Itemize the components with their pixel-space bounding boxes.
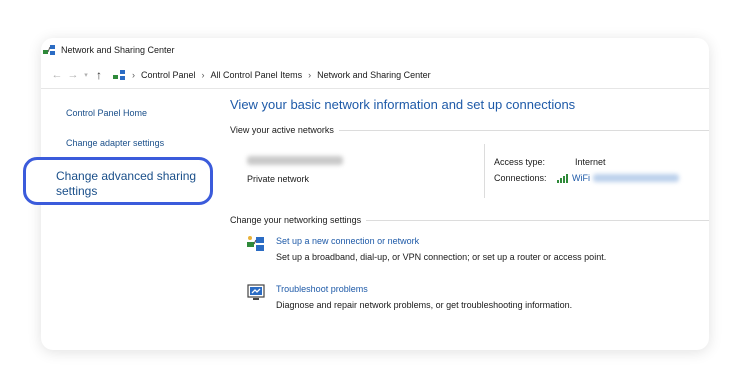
network-info-divider bbox=[484, 144, 485, 198]
breadcrumb-separator: › bbox=[132, 70, 135, 80]
breadcrumb-separator: › bbox=[201, 70, 205, 80]
back-arrow-icon[interactable]: ← bbox=[49, 69, 65, 81]
window-titlebar: Network and Sharing Center bbox=[43, 43, 175, 57]
breadcrumb-all-items[interactable]: All Control Panel Items bbox=[211, 70, 303, 80]
breadcrumb-control-panel[interactable]: Control Panel bbox=[141, 70, 196, 80]
wifi-signal-icon bbox=[557, 173, 568, 183]
breadcrumb[interactable]: › Control Panel › All Control Panel Item… bbox=[113, 65, 709, 85]
set-up-connection-link[interactable]: Set up a new connection or network bbox=[276, 235, 606, 247]
network-name-redacted bbox=[247, 156, 343, 165]
forward-arrow-icon[interactable]: → bbox=[65, 69, 81, 81]
breadcrumb-network-center[interactable]: Network and Sharing Center bbox=[317, 70, 431, 80]
connections-value-row: WiFi bbox=[557, 173, 679, 183]
breadcrumb-separator: › bbox=[308, 70, 312, 80]
active-networks-heading-text: View your active networks bbox=[230, 125, 334, 135]
wifi-name-redacted bbox=[593, 174, 679, 182]
section-divider bbox=[338, 129, 709, 131]
sidebar-item-change-advanced-sharing-settings[interactable]: Change advanced sharing settings bbox=[56, 169, 206, 199]
chevron-down-icon[interactable]: ▾ bbox=[81, 71, 91, 79]
set-up-connection-description: Set up a broadband, dial-up, or VPN conn… bbox=[276, 252, 607, 262]
troubleshoot-problems-description: Diagnose and repair network problems, or… bbox=[276, 300, 573, 310]
section-divider bbox=[366, 219, 709, 221]
troubleshoot-icon bbox=[247, 284, 265, 300]
access-type-label: Access type: bbox=[494, 157, 546, 167]
address-bar: ← → ▾ ↑ › Control Panel › All Control Pa… bbox=[41, 62, 709, 89]
window-title: Network and Sharing Center bbox=[61, 45, 175, 55]
connections-label: Connections: bbox=[494, 173, 547, 183]
sidebar-item-control-panel-home[interactable]: Control Panel Home bbox=[66, 108, 147, 118]
networking-settings-heading: Change your networking settings bbox=[230, 215, 709, 225]
new-connection-icon bbox=[247, 236, 264, 251]
network-type: Private network bbox=[247, 174, 310, 184]
up-arrow-icon[interactable]: ↑ bbox=[91, 68, 107, 82]
sidebar-item-change-adapter-settings[interactable]: Change adapter settings bbox=[66, 138, 164, 148]
troubleshoot-problems-link[interactable]: Troubleshoot problems bbox=[276, 283, 572, 295]
control-panel-icon bbox=[113, 70, 125, 80]
task-new-connection: Set up a new connection or network Set u… bbox=[246, 235, 606, 263]
access-type-value: Internet bbox=[575, 157, 606, 167]
networking-settings-heading-text: Change your networking settings bbox=[230, 215, 362, 225]
network-icon bbox=[43, 45, 55, 55]
sidebar-highlight: Change advanced sharing settings bbox=[23, 157, 213, 205]
page-title: View your basic network information and … bbox=[230, 97, 576, 112]
sidebar: Control Panel Home Change adapter settin… bbox=[41, 89, 219, 350]
active-networks-heading: View your active networks bbox=[230, 125, 709, 135]
wifi-connection-link[interactable]: WiFi bbox=[572, 173, 590, 183]
task-troubleshoot: Troubleshoot problems Diagnose and repai… bbox=[246, 283, 572, 311]
